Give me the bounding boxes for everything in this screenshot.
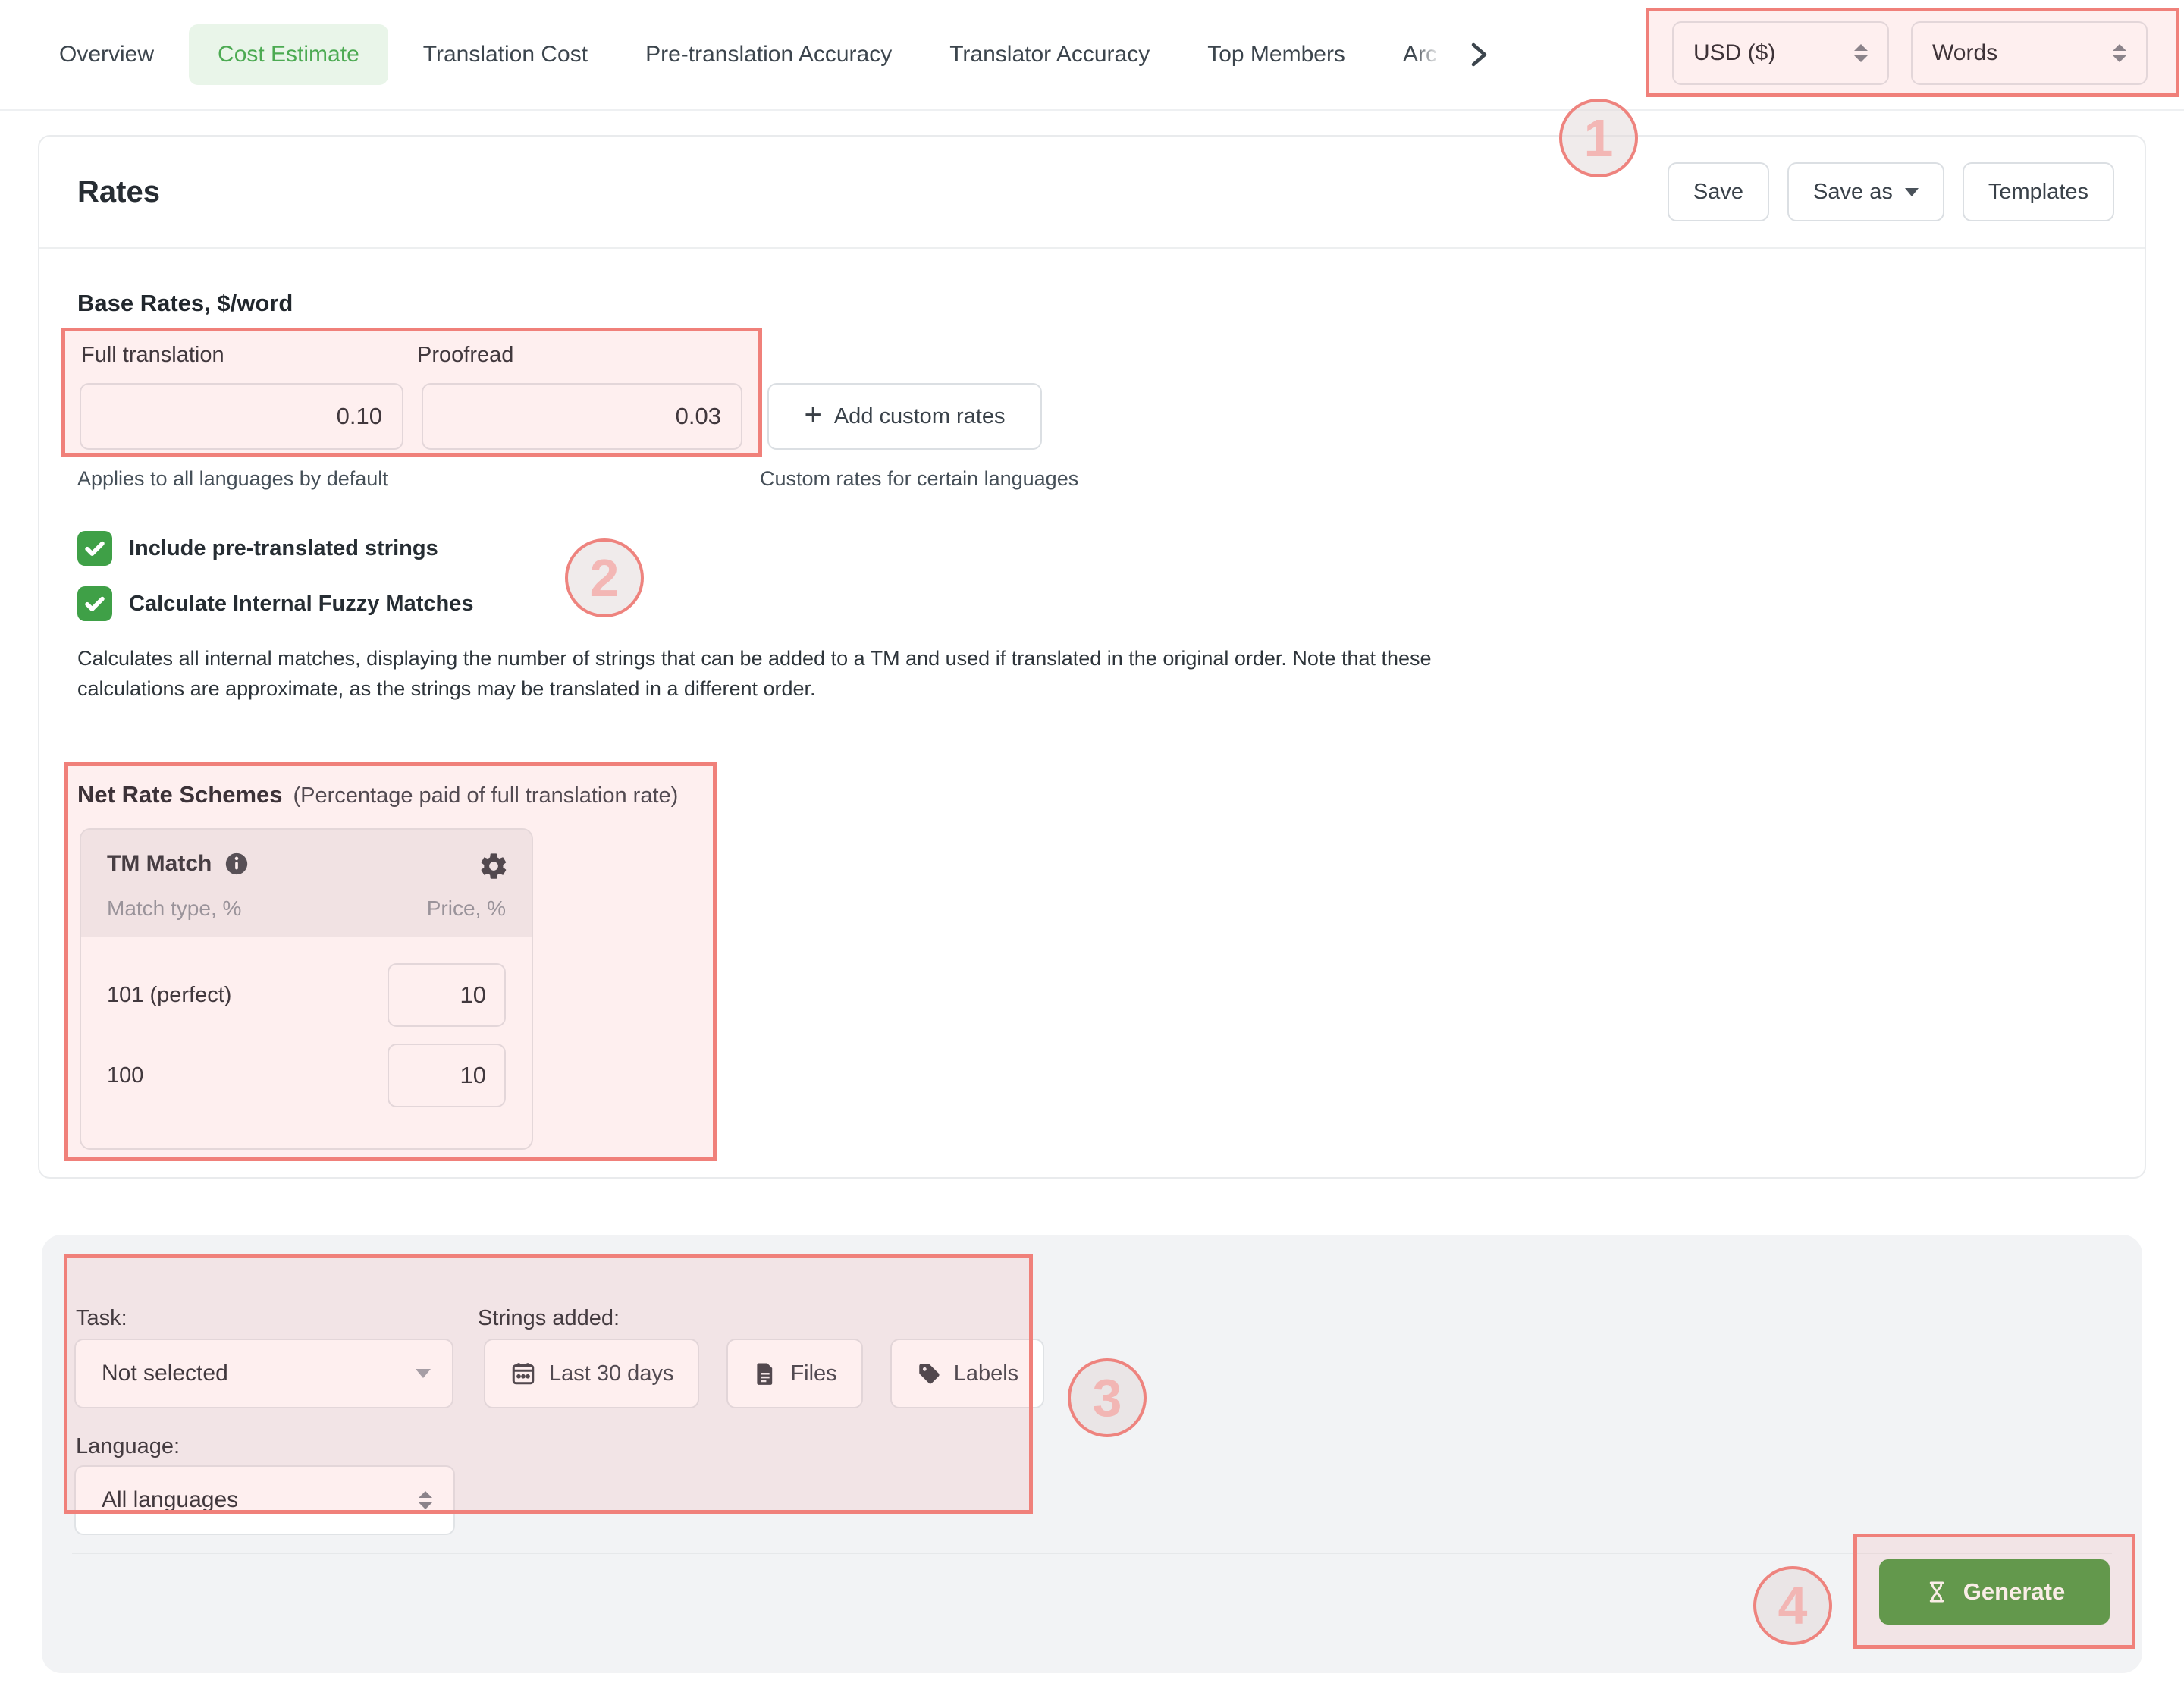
chevron-right-icon [1468,39,1489,70]
last-30-days-filter-button[interactable]: Last 30 days [484,1339,699,1408]
fuzzy-matches-note: Calculates all internal matches, display… [77,643,1533,704]
strings-added-label: Strings added: [478,1306,620,1331]
rates-card: Rates Save Save as Templates Base Rates,… [38,135,2146,1179]
checkmark-icon [82,535,108,561]
base-rates-caption: Applies to all languages by default [77,467,388,491]
tm-match-row: 100 [81,1044,532,1107]
select-arrows-icon [419,1491,432,1509]
report-tabs: Overview Cost Estimate Translation Cost … [59,21,1489,88]
files-filter-button[interactable]: Files [726,1339,862,1408]
page-title: Rates [77,175,160,209]
tm-col-match-type: Match type, % [107,896,241,921]
generator-panel: Task: Not selected Strings added: Last 3… [42,1235,2142,1673]
include-pretranslated-checkbox[interactable] [77,531,112,566]
tab-overview[interactable]: Overview [59,42,154,68]
unit-select[interactable]: Words [1911,21,2148,85]
proofread-label: Proofread [417,343,513,368]
fuzzy-matches-checkbox[interactable] [77,586,112,621]
select-arrows-icon [1854,44,1868,62]
tab-translation-cost[interactable]: Translation Cost [423,42,588,68]
currency-select[interactable]: USD ($) [1672,21,1889,85]
tabs-scroll-right-button[interactable] [1468,39,1489,70]
tab-top-members[interactable]: Top Members [1207,42,1345,68]
file-icon [752,1361,778,1386]
gear-icon[interactable] [479,851,509,881]
generate-button[interactable]: Generate [1879,1559,2110,1625]
save-as-button[interactable]: Save as [1787,162,1944,221]
language-value: All languages [102,1487,238,1513]
add-custom-rates-button[interactable]: + Add custom rates [767,383,1042,450]
caret-down-icon [416,1369,431,1378]
proofread-rate-input[interactable] [422,383,742,450]
header-divider [0,109,2184,111]
info-icon[interactable] [224,851,249,877]
full-translation-label: Full translation [81,343,224,368]
rates-actions: Save Save as Templates [1668,162,2114,221]
tm-101-price-input[interactable] [388,963,506,1027]
caret-down-icon [1905,188,1919,196]
tab-cost-estimate[interactable]: Cost Estimate [189,24,388,85]
plus-icon: + [804,403,821,430]
task-value: Not selected [102,1361,228,1386]
tm-row-label: 101 (perfect) [107,983,231,1008]
custom-rates-caption: Custom rates for certain languages [760,467,1078,491]
tm-row-label: 100 [107,1063,143,1088]
full-translation-rate-input[interactable] [80,383,403,450]
currency-value: USD ($) [1693,40,1775,66]
templates-button[interactable]: Templates [1963,162,2114,221]
tm-match-card: TM Match Match type, % Price, % 101 (per… [80,828,533,1150]
checkmark-icon [82,591,108,617]
tab-pre-translation-accuracy[interactable]: Pre-translation Accuracy [645,42,892,68]
tab-translator-accuracy[interactable]: Translator Accuracy [949,42,1150,68]
tab-archived-truncated[interactable]: Arc [1403,42,1444,68]
select-arrows-icon [2113,44,2126,62]
fuzzy-matches-label: Calculate Internal Fuzzy Matches [129,592,473,617]
include-pretranslated-row: Include pre-translated strings [77,531,438,566]
tm-match-header: TM Match Match type, % Price, % [81,830,532,937]
language-select[interactable]: All languages [74,1465,455,1535]
save-button[interactable]: Save [1668,162,1769,221]
tag-icon [916,1361,942,1386]
calendar-icon [510,1360,537,1387]
rates-card-header: Rates Save Save as Templates [39,137,2145,249]
strings-added-filters: Last 30 days Files Labels [484,1339,1044,1408]
language-label: Language: [76,1434,180,1459]
fuzzy-matches-row: Calculate Internal Fuzzy Matches [77,586,473,621]
tm-100-price-input[interactable] [388,1044,506,1107]
net-rate-schemes-heading: Net Rate Schemes (Percentage paid of ful… [77,781,678,808]
panel-divider [72,1553,2112,1554]
tm-match-row: 101 (perfect) [81,963,532,1027]
tm-match-title: TM Match [107,851,212,877]
labels-filter-button[interactable]: Labels [890,1339,1044,1408]
unit-value: Words [1932,40,1997,66]
include-pretranslated-label: Include pre-translated strings [129,536,438,561]
task-label: Task: [76,1306,127,1331]
tm-col-price: Price, % [427,896,506,921]
task-select[interactable]: Not selected [74,1339,453,1408]
base-rates-heading: Base Rates, $/word [77,290,293,317]
hourglass-icon [1924,1579,1950,1605]
